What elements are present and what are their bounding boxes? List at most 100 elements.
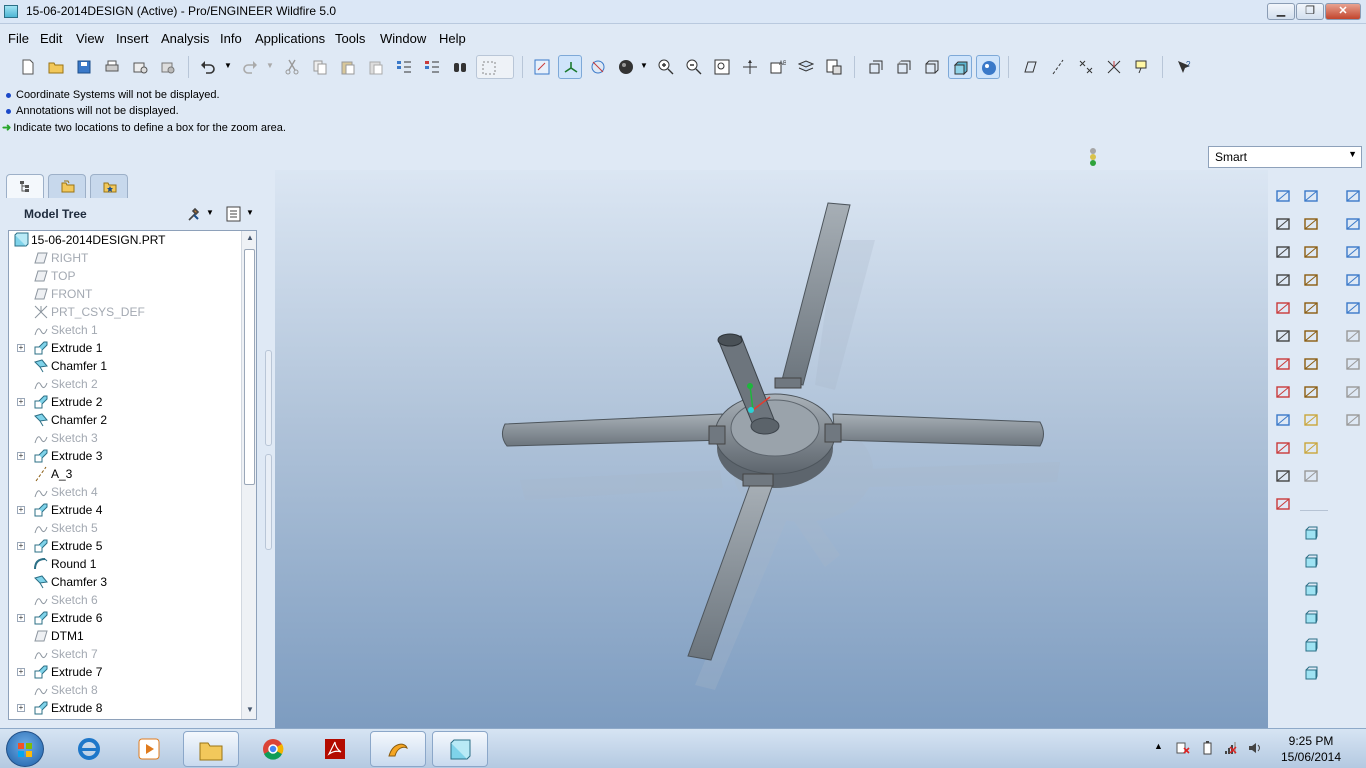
mirror-icon[interactable] <box>1340 240 1366 264</box>
system-clock[interactable]: 9:25 PM 15/06/2014 <box>1276 733 1346 765</box>
tree-item-extrude-5[interactable]: + Extrude 5 <box>9 537 239 555</box>
csys-display-icon[interactable] <box>1102 55 1126 79</box>
link-icon[interactable] <box>1298 380 1324 404</box>
tree-item-extrude-6[interactable]: + Extrude 6 <box>9 609 239 627</box>
color-map-icon[interactable] <box>1270 380 1296 404</box>
tree-item-chamfer-3[interactable]: Chamfer 3 <box>9 573 239 591</box>
layers-icon[interactable] <box>794 55 818 79</box>
scroll-thumb[interactable] <box>244 249 255 485</box>
taskbar-proe-launcher[interactable] <box>370 731 426 767</box>
find-icon[interactable] <box>448 55 472 79</box>
appearance-dropdown-icon[interactable]: ▼ <box>638 55 650 79</box>
taskbar-ie[interactable] <box>62 731 118 767</box>
regenerate-icon[interactable] <box>392 55 416 79</box>
expand-plus-icon[interactable]: + <box>17 452 25 460</box>
datum-point-icon[interactable] <box>1298 296 1324 320</box>
relation-icon[interactable] <box>1270 464 1296 488</box>
tree-item-sketch-5[interactable]: Sketch 5 <box>9 519 239 537</box>
tree-item-front[interactable]: FRONT <box>9 285 239 303</box>
minimize-button[interactable]: ▁ <box>1267 3 1295 20</box>
context-help-icon[interactable]: ? <box>1172 55 1196 79</box>
paste-special-icon[interactable] <box>364 55 388 79</box>
expand-plus-icon[interactable]: + <box>17 506 25 514</box>
taskbar-proe-part[interactable] <box>432 731 488 767</box>
spin-center-icon[interactable] <box>558 55 582 79</box>
chamfer-tool-icon[interactable] <box>1298 662 1324 686</box>
merge-icon[interactable] <box>1340 324 1366 348</box>
saved-views-icon[interactable]: AB <box>766 55 790 79</box>
expand-plus-icon[interactable]: + <box>17 704 25 712</box>
tree-show-button[interactable]: ▼ <box>226 204 256 224</box>
refit-icon[interactable] <box>710 55 734 79</box>
param-check-icon[interactable] <box>1270 492 1296 516</box>
shading-icon[interactable] <box>948 55 972 79</box>
mass-properties-icon[interactable] <box>1270 268 1296 292</box>
menu-tools[interactable]: Tools <box>335 31 365 46</box>
scroll-down-icon[interactable]: ▼ <box>245 705 255 714</box>
tree-item-chamfer-1[interactable]: Chamfer 1 <box>9 357 239 375</box>
tree-item-chamfer-2[interactable]: Chamfer 2 <box>9 411 239 429</box>
analysis-feature-icon[interactable] <box>1298 352 1324 376</box>
tree-item-prt-csys-def[interactable]: PRT_CSYS_DEF <box>9 303 239 321</box>
tree-item-extrude-8[interactable]: + Extrude 8 <box>9 699 239 717</box>
datum-curve-icon[interactable] <box>1298 268 1324 292</box>
tab-folder-browser[interactable] <box>48 174 86 198</box>
taskbar-media-player[interactable] <box>122 731 178 767</box>
extrude-tool-icon[interactable] <box>1298 522 1324 546</box>
volume-icon[interactable] <box>1248 741 1262 755</box>
zoom-out-icon[interactable] <box>682 55 706 79</box>
action-center-icon[interactable] <box>1176 741 1190 755</box>
battery-icon[interactable] <box>1200 741 1214 755</box>
cut-icon[interactable] <box>280 55 304 79</box>
datum-csys-icon[interactable] <box>1298 324 1324 348</box>
panel-splitter[interactable] <box>265 350 272 720</box>
new-file-icon[interactable] <box>16 55 40 79</box>
extend-icon[interactable] <box>1340 408 1366 432</box>
enhanced-realism-icon[interactable] <box>976 55 1000 79</box>
curvature-icon[interactable] <box>1270 296 1296 320</box>
repaint-icon[interactable] <box>530 55 554 79</box>
annotation-edit-icon[interactable] <box>1298 436 1324 460</box>
trim-icon[interactable] <box>1340 352 1366 376</box>
menu-edit[interactable]: Edit <box>40 31 62 46</box>
fan-model[interactable] <box>275 170 1268 728</box>
tree-scrollbar[interactable]: ▲ ▼ <box>241 231 256 719</box>
tree-item-extrude-4[interactable]: + Extrude 4 <box>9 501 239 519</box>
redo-dropdown-icon[interactable]: ▼ <box>264 55 276 79</box>
sweep-tool-icon[interactable] <box>1298 578 1324 602</box>
save-icon[interactable] <box>72 55 96 79</box>
tree-item-a-3[interactable]: A_3 <box>9 465 239 483</box>
axis-display-icon[interactable] <box>1046 55 1070 79</box>
paste-icon[interactable] <box>336 55 360 79</box>
taskbar-chrome[interactable] <box>246 731 302 767</box>
plane-display-icon[interactable] <box>1018 55 1042 79</box>
tree-root-part[interactable]: 15-06-2014DESIGN.PRT <box>9 231 239 249</box>
copy-icon[interactable] <box>308 55 332 79</box>
taskbar-explorer[interactable] <box>183 731 239 767</box>
section-icon[interactable] <box>1270 240 1296 264</box>
graphics-window[interactable] <box>275 170 1268 728</box>
send-mail-icon[interactable] <box>128 55 152 79</box>
shade-check-icon[interactable] <box>1270 408 1296 432</box>
menu-applications[interactable]: Applications <box>255 31 325 46</box>
wireframe-icon[interactable] <box>864 55 888 79</box>
regen-manager-icon[interactable] <box>420 55 444 79</box>
tree-item-right[interactable]: RIGHT <box>9 249 239 267</box>
send-link-icon[interactable] <box>156 55 180 79</box>
print-icon[interactable] <box>100 55 124 79</box>
datum-axis-icon[interactable] <box>1298 240 1324 264</box>
menu-insert[interactable]: Insert <box>116 31 149 46</box>
tree-item-dtm1[interactable]: DTM1 <box>9 627 239 645</box>
tree-item-sketch-4[interactable]: Sketch 4 <box>9 483 239 501</box>
tree-item-sketch-6[interactable]: Sketch 6 <box>9 591 239 609</box>
measure-icon[interactable] <box>1270 184 1296 208</box>
blade-left[interactable] <box>501 413 726 447</box>
menu-view[interactable]: View <box>76 31 104 46</box>
tree-item-sketch-8[interactable]: Sketch 8 <box>9 681 239 699</box>
tree-item-top[interactable]: TOP <box>9 267 239 285</box>
sketched-datum-curve-icon[interactable] <box>1298 184 1324 208</box>
tree-item-extrude-7[interactable]: + Extrude 7 <box>9 663 239 681</box>
regen-status-light-icon[interactable] <box>1088 147 1098 167</box>
tree-item-extrude-1[interactable]: + Extrude 1 <box>9 339 239 357</box>
redo-icon[interactable] <box>238 55 262 79</box>
